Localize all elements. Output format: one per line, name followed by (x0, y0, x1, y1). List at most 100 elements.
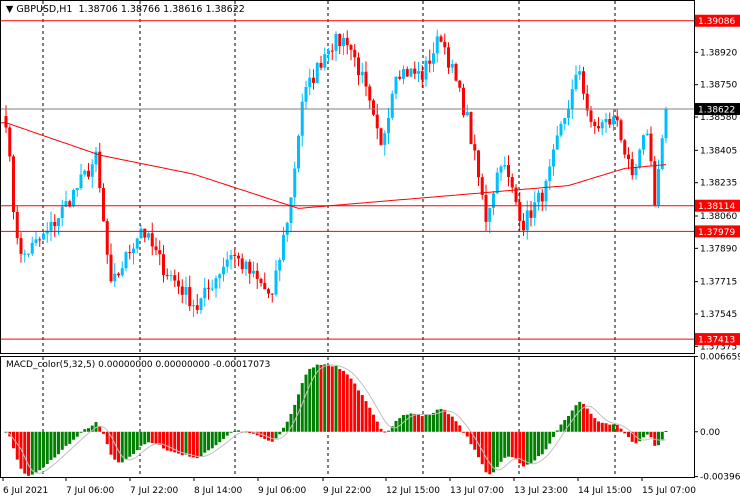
candle-body (75, 187, 79, 191)
macd-histogram-bar (83, 429, 87, 432)
macd-histogram-bar (357, 390, 360, 432)
price-tick-label: 1.37545 (700, 310, 737, 320)
macd-histogram-bar (585, 408, 589, 432)
candle-body (634, 167, 638, 176)
candle-body (132, 248, 135, 254)
bid-price-label: 1.38622 (698, 106, 735, 116)
candle-body (128, 252, 132, 254)
candle-body (567, 109, 570, 119)
price-chart[interactable]: 1.389201.387501.385801.384051.382351.380… (0, 0, 740, 500)
candle-body (162, 254, 165, 275)
macd-histogram-bar (323, 364, 327, 432)
candle-body (90, 164, 94, 177)
macd-histogram-bar (225, 431, 229, 436)
candle-body (117, 273, 120, 276)
macd-histogram-bar (124, 431, 128, 460)
candle-body (218, 274, 222, 279)
candle-body (323, 54, 327, 68)
candle-body (458, 80, 462, 88)
macd-histogram-bar (79, 431, 83, 433)
macd-histogram-bar (45, 431, 49, 464)
candle-body (143, 228, 147, 238)
price-tick-label: 1.38235 (700, 179, 737, 189)
macd-histogram-bar (270, 431, 274, 442)
macd-histogram-bar (473, 431, 477, 450)
candle-body (214, 278, 218, 289)
candle-body (552, 149, 555, 167)
macd-histogram-bar (132, 431, 135, 454)
macd-histogram-bar (608, 424, 612, 432)
candle-body (589, 110, 593, 122)
candle-body (522, 220, 525, 231)
candle-body (315, 62, 319, 83)
macd-histogram-bar (105, 431, 109, 445)
candle-body (368, 86, 372, 101)
time-axis-label: 9 Jul 06:00 (258, 486, 307, 496)
macd-histogram-bar (375, 421, 379, 432)
macd-histogram-bar (162, 431, 165, 449)
macd-histogram-bar (537, 431, 540, 457)
candle-body (60, 206, 64, 219)
candle-body (19, 238, 23, 254)
candle-body (394, 76, 398, 94)
candle-body (330, 50, 334, 52)
candle-body (593, 121, 597, 127)
candle-body (23, 253, 27, 255)
candle-body (173, 275, 177, 281)
macd-histogram-bar (443, 409, 447, 432)
candle-body (439, 36, 443, 42)
macd-histogram-bar (180, 431, 184, 456)
candle-body (608, 118, 612, 125)
macd-histogram-bar (364, 401, 368, 432)
symbol-label: GBPUSD,H1 (16, 4, 73, 15)
macd-histogram-bar (495, 431, 499, 467)
candle-body (345, 37, 349, 46)
level-price-label: 1.38114 (698, 202, 735, 212)
macd-histogram-bar (38, 431, 42, 471)
candle-body (105, 221, 109, 255)
candle-body (548, 166, 552, 181)
macd-histogram-bar (237, 430, 240, 432)
macd-histogram-bar (315, 364, 319, 432)
candle-body (533, 202, 537, 218)
candle-body (222, 266, 225, 275)
macd-histogram-bar (432, 412, 435, 432)
candle-body (98, 151, 102, 189)
candle-body (469, 112, 473, 145)
macd-histogram-bar (623, 431, 627, 434)
low-value: 1.38616 (163, 4, 203, 15)
dropdown-triangle-icon[interactable]: ▼ (6, 4, 13, 15)
macd-histogram-bar (327, 364, 330, 432)
macd-histogram-bar (597, 421, 600, 432)
macd-histogram-bar (345, 374, 349, 432)
macd-histogram-bar (657, 431, 660, 446)
time-axis-label: 6 Jul 2021 (3, 486, 48, 496)
macd-histogram-bar (64, 431, 68, 446)
macd-histogram-bar (87, 428, 90, 432)
candle-body (15, 211, 19, 239)
chart-header: ▼ GBPUSD,H1 1.38706 1.38766 1.38616 1.38… (6, 4, 245, 15)
macd-histogram-bar (53, 431, 57, 458)
candle-body (405, 69, 409, 77)
candle-body (585, 93, 589, 111)
candle-body (124, 252, 128, 269)
macd-histogram-bar (600, 422, 604, 432)
time-axis-label: 8 Jul 14:00 (194, 486, 243, 496)
macd-tick-label: 0.00 (700, 428, 720, 438)
candle-body (334, 33, 338, 51)
candle-body (233, 255, 237, 257)
candle-body (255, 270, 259, 279)
macd-histogram-bar (462, 431, 465, 433)
candle-body (372, 100, 375, 115)
macd-histogram-bar (387, 430, 390, 432)
macd-histogram-bar (334, 365, 338, 432)
level-price-label: 1.39086 (698, 17, 735, 27)
candle-body (267, 289, 270, 294)
time-axis-label: 13 Jul 23:00 (514, 486, 568, 496)
macd-histogram-bar (593, 418, 597, 432)
candle-body (578, 71, 582, 75)
macd-histogram-bar (589, 413, 593, 432)
macd-histogram-bar (552, 431, 555, 437)
candle-body (402, 69, 405, 79)
candle-body (383, 133, 387, 145)
